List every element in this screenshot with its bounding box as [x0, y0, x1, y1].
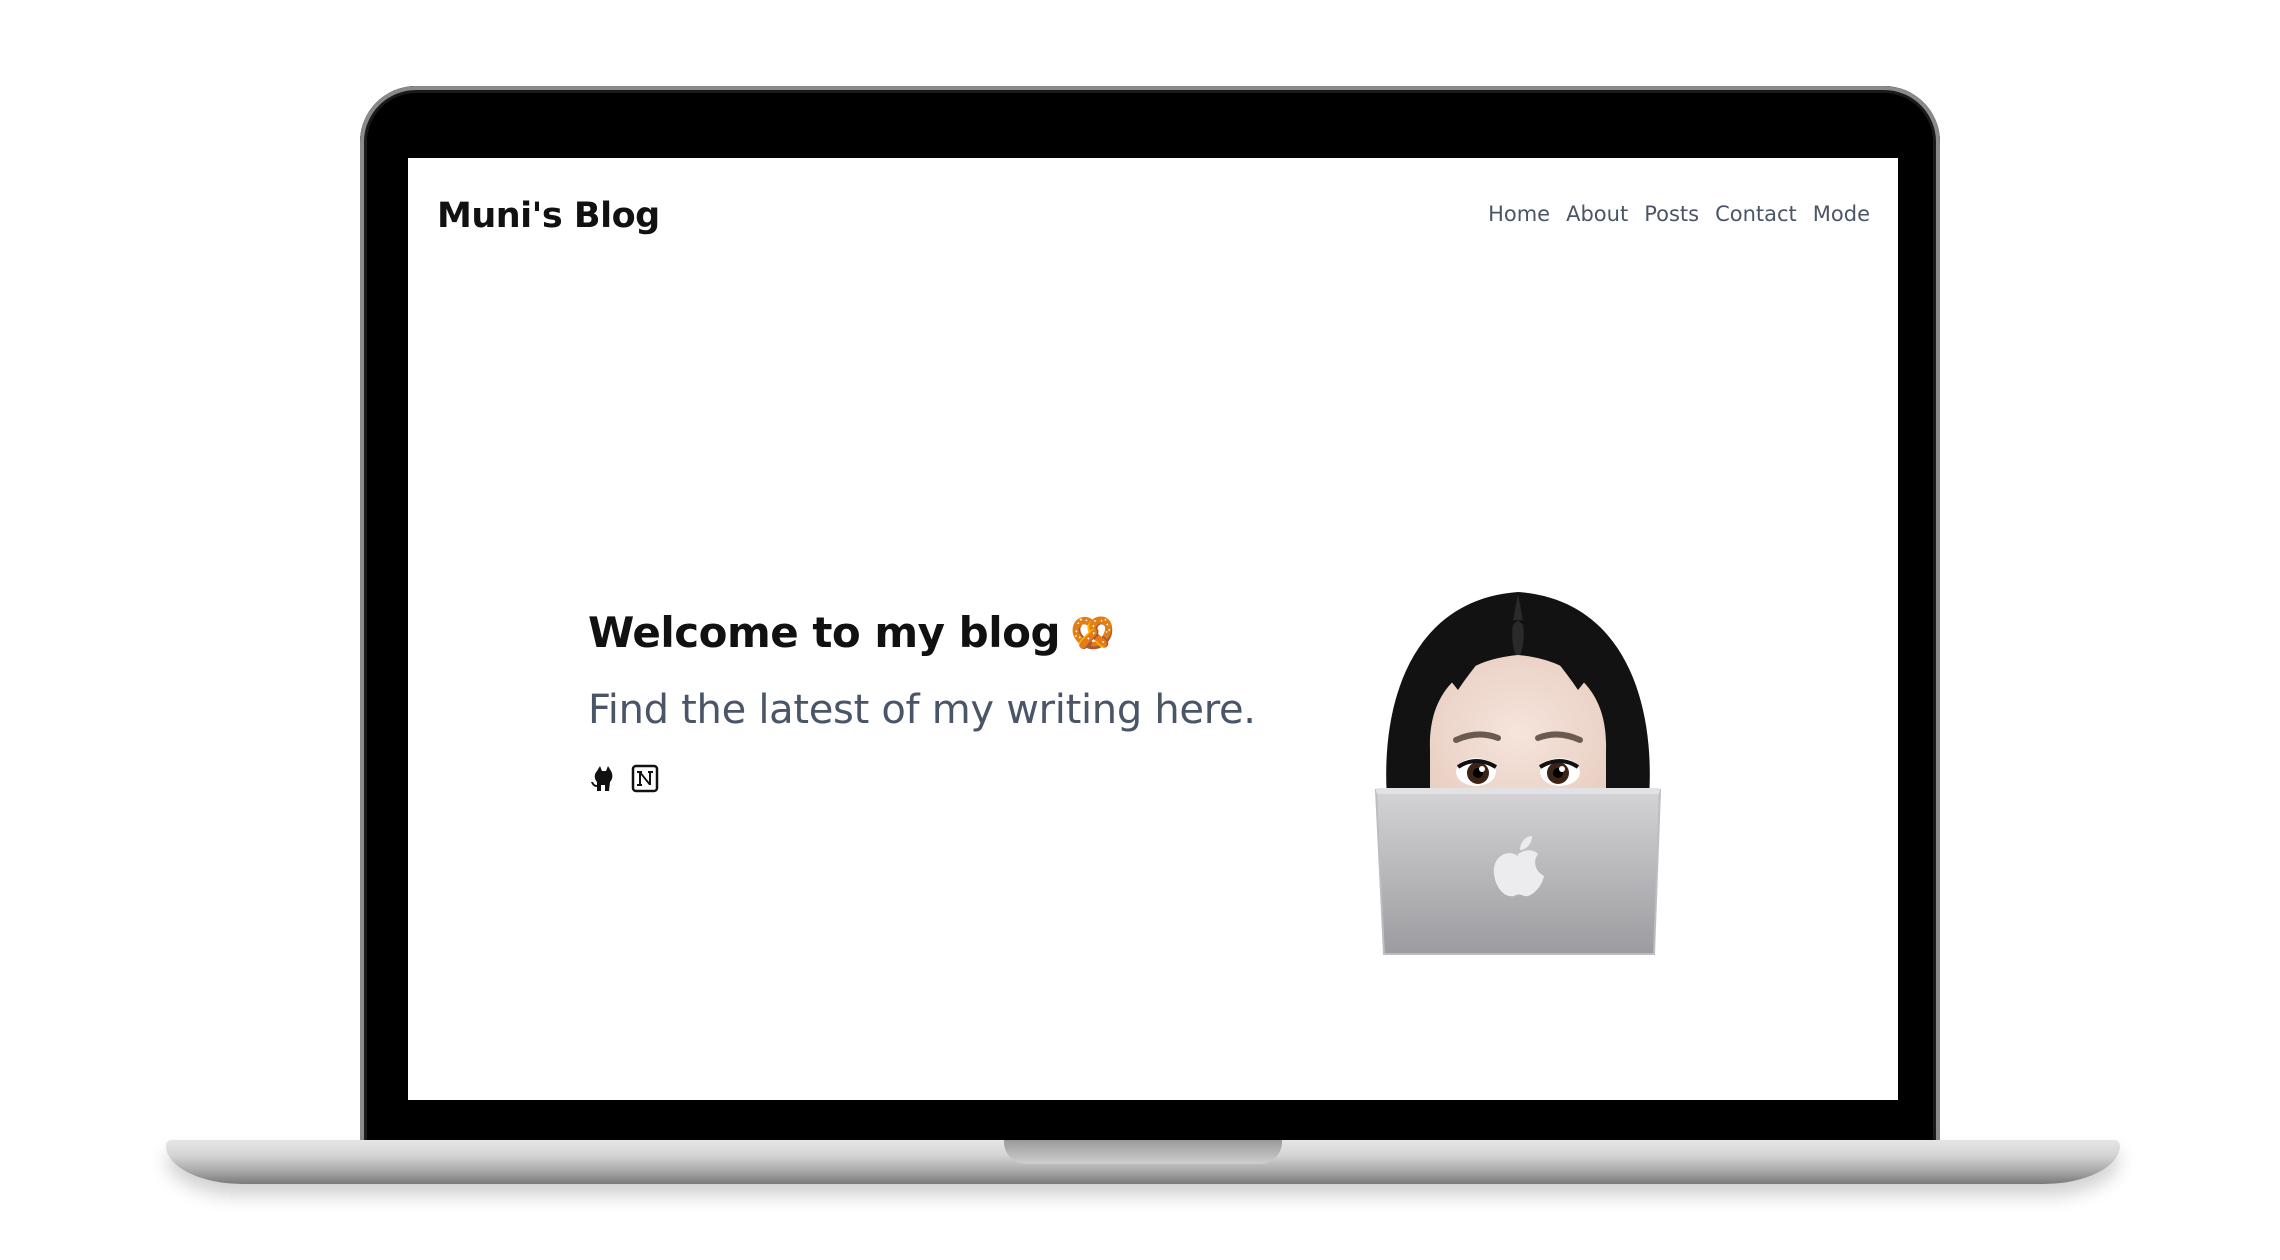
hero-subtitle: Find the latest of my writing here. [588, 687, 1256, 733]
nav-contact-link[interactable]: Contact [1715, 202, 1797, 226]
github-icon[interactable] [588, 763, 618, 793]
nav-posts-link[interactable]: Posts [1644, 202, 1699, 226]
nav-about-link[interactable]: About [1566, 202, 1628, 226]
site-brand[interactable]: Muni's Blog [437, 196, 660, 236]
memoji-laptop-avatar [1374, 592, 1662, 955]
pretzel-emoji-icon: 🥨 [1070, 612, 1115, 654]
main-nav: Home About Posts Contact Mode [1488, 202, 1870, 226]
hero-section: Welcome to my blog 🥨 Find the latest of … [588, 608, 1288, 793]
nav-home-link[interactable]: Home [1488, 202, 1550, 226]
laptop-notch [1004, 1140, 1282, 1164]
social-links [588, 763, 1288, 793]
hero-title-text: Welcome to my blog [588, 608, 1061, 657]
nav-mode-toggle[interactable]: Mode [1813, 202, 1870, 226]
hero-title: Welcome to my blog 🥨 [588, 608, 1288, 657]
browser-screen: Muni's Blog Home About Posts Contact Mod… [408, 158, 1898, 1100]
notion-icon[interactable] [630, 763, 660, 793]
